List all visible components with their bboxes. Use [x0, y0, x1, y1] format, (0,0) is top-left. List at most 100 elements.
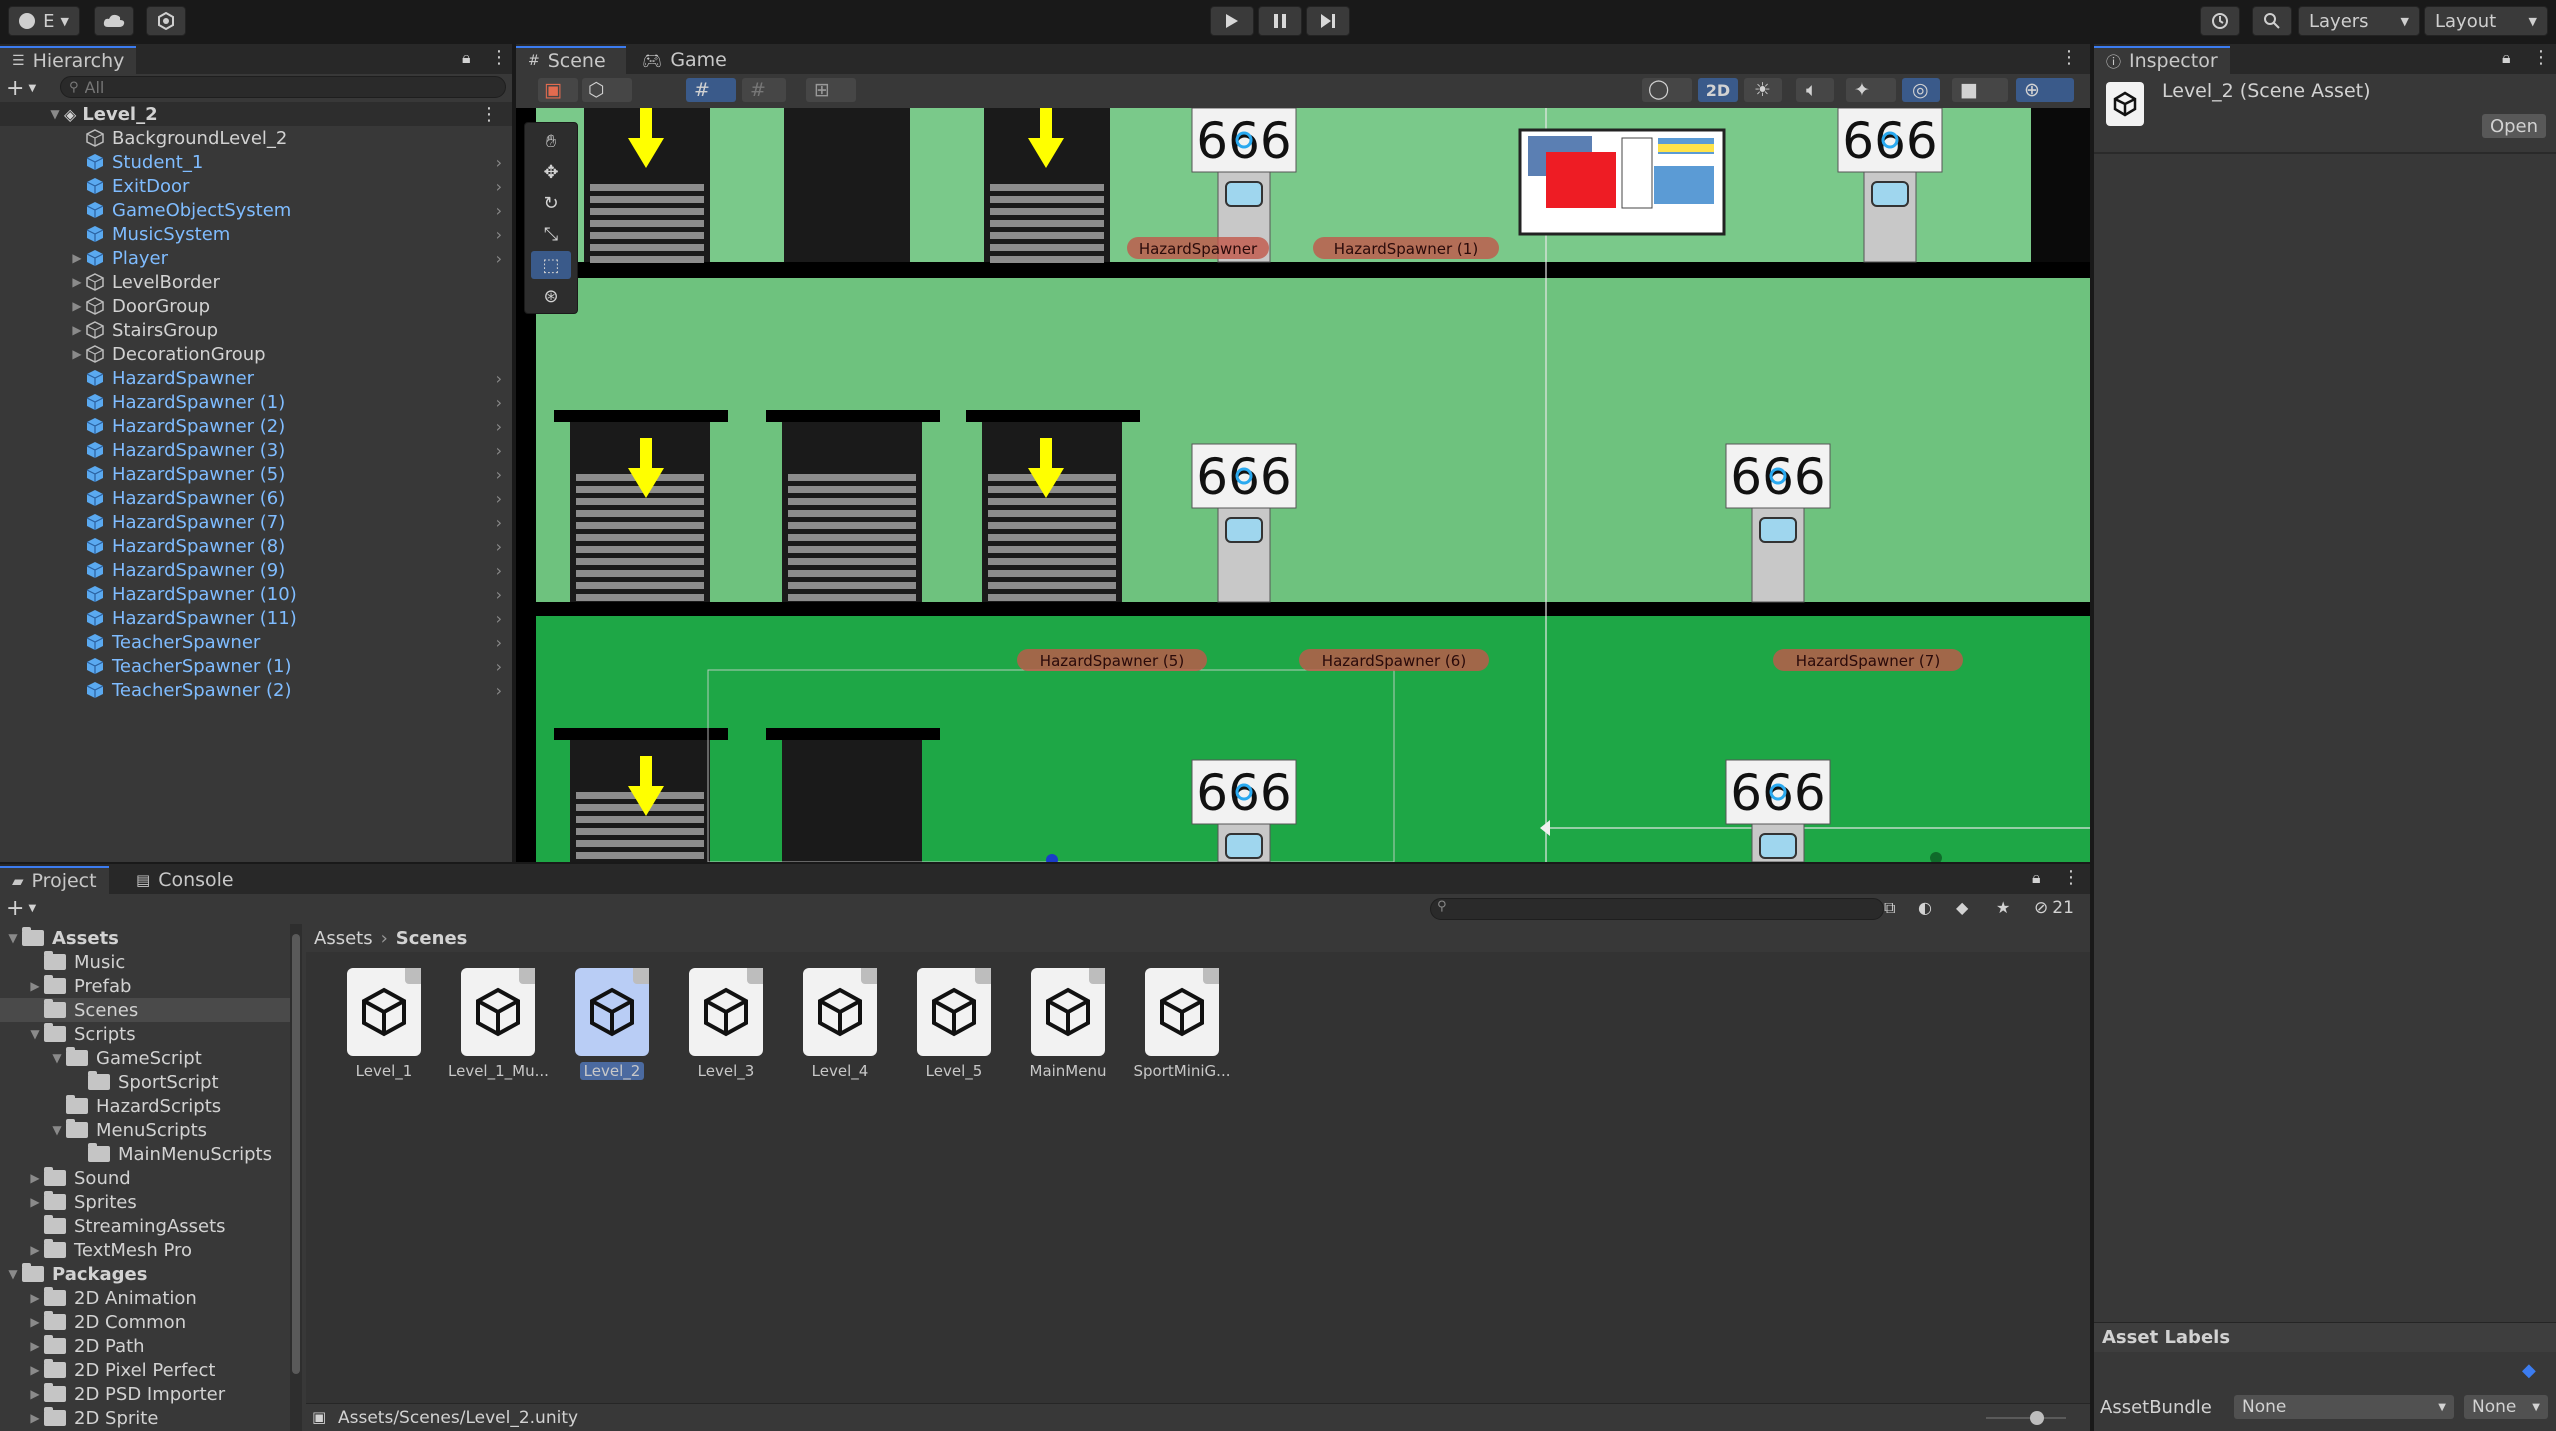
history-button[interactable] — [2200, 6, 2240, 36]
folder-tree-item[interactable]: ▶ 2D Common — [0, 1310, 290, 1334]
hierarchy-item[interactable]: HazardSpawner (7) › — [0, 510, 512, 534]
slider-thumb[interactable] — [2030, 1411, 2044, 1425]
expand-arrow-icon[interactable]: ▼ — [4, 931, 22, 945]
hierarchy-item[interactable]: BackgroundLevel_2 — [0, 126, 512, 150]
scene-asset-tile[interactable]: Level_5 — [904, 968, 1004, 1088]
expand-arrow-icon[interactable]: ▶ — [68, 275, 86, 289]
expand-arrow-icon[interactable]: ▶ — [26, 1411, 44, 1425]
chevron-right-icon[interactable]: › — [496, 393, 502, 412]
shading-button[interactable]: ⬡ — [582, 78, 632, 102]
scene-asset-tile[interactable]: Level_4 — [790, 968, 890, 1088]
move-tool[interactable]: ✥ — [531, 158, 571, 186]
expand-arrow-icon[interactable]: ▶ — [68, 251, 86, 265]
chevron-right-icon[interactable]: › — [496, 153, 502, 172]
folder-tree-item[interactable]: ▶ 2D Path — [0, 1334, 290, 1358]
scene-asset-tile[interactable]: Level_1 — [334, 968, 434, 1088]
lighting-button[interactable]: ◯ — [1642, 78, 1692, 102]
chevron-right-icon[interactable]: › — [496, 201, 502, 220]
folder-tree-item[interactable]: Scenes — [0, 998, 290, 1022]
hierarchy-item[interactable]: HazardSpawner (9) › — [0, 558, 512, 582]
search-button[interactable] — [2252, 6, 2292, 36]
expand-arrow-icon[interactable]: ▶ — [26, 1195, 44, 1209]
hierarchy-item[interactable]: ▶ DecorationGroup — [0, 342, 512, 366]
assetbundle-dropdown[interactable]: None ▼ — [2234, 1395, 2454, 1419]
expand-arrow-icon[interactable]: ▶ — [26, 1363, 44, 1377]
expand-arrow-icon[interactable]: ▼ — [48, 1051, 66, 1065]
play-button[interactable] — [1210, 6, 1254, 36]
kebab-menu-icon[interactable]: ⋮ — [490, 47, 508, 68]
folder-tree-item[interactable]: ▶ Prefab — [0, 974, 290, 998]
rotate-tool[interactable]: ↻ — [531, 189, 571, 217]
folder-tree-item[interactable]: ▶ 2D PSD Importer — [0, 1382, 290, 1406]
hierarchy-item[interactable]: ▶ DoorGroup — [0, 294, 512, 318]
icon-size-slider[interactable] — [1986, 1411, 2066, 1425]
kebab-menu-icon[interactable]: ⋮ — [2062, 867, 2080, 888]
transform-tool[interactable]: ⊛ — [531, 282, 571, 310]
increment-snap-button[interactable]: ⊞ — [806, 78, 856, 102]
cloud-button[interactable] — [94, 6, 134, 36]
rect-tool[interactable]: ⬚ — [531, 251, 571, 279]
label-filter-icon[interactable]: ◆ — [1956, 898, 1968, 917]
hierarchy-item[interactable]: HazardSpawner (11) › — [0, 606, 512, 630]
expand-arrow-icon[interactable]: ▶ — [26, 1291, 44, 1305]
2d-toggle-button[interactable]: 2D — [1698, 78, 1738, 102]
expand-arrow-icon[interactable]: ▶ — [68, 299, 86, 313]
hierarchy-item[interactable]: HazardSpawner (3) › — [0, 438, 512, 462]
breadcrumb-scenes[interactable]: Scenes — [396, 928, 468, 949]
hierarchy-item[interactable]: GameObjectSystem › — [0, 198, 512, 222]
tab-inspector[interactable]: ⓘ Inspector — [2094, 46, 2230, 74]
chevron-right-icon[interactable]: › — [496, 657, 502, 676]
hierarchy-item[interactable]: HazardSpawner (10) › — [0, 582, 512, 606]
tab-scene[interactable]: # Scene — [516, 46, 626, 74]
scale-tool[interactable]: ⤡ — [531, 220, 571, 248]
expand-arrow-icon[interactable]: ▶ — [68, 323, 86, 337]
search-filter-icon[interactable]: ⧉ — [1884, 898, 1895, 918]
folder-tree-item[interactable]: ▼ Scripts — [0, 1022, 290, 1046]
folder-tree-item[interactable]: MainMenuScripts — [0, 1142, 290, 1166]
hierarchy-item[interactable]: ▶ StairsGroup — [0, 318, 512, 342]
tab-project[interactable]: ▰ Project — [0, 866, 109, 894]
layout-dropdown[interactable]: Layout ▼ — [2424, 6, 2548, 36]
folder-tree-item[interactable]: ▶ 2D Pixel Perfect — [0, 1358, 290, 1382]
folder-tree-item[interactable]: ▶ Sprites — [0, 1190, 290, 1214]
scene-asset-tile[interactable]: Level_3 — [676, 968, 776, 1088]
account-dropdown[interactable]: E ▼ — [8, 6, 80, 36]
camera-button[interactable]: ■ — [1952, 78, 2008, 102]
expand-arrow-icon[interactable]: ▶ — [26, 1243, 44, 1257]
scene-asset-tile[interactable]: SportMiniG... — [1132, 968, 1232, 1088]
chevron-right-icon[interactable]: › — [496, 681, 502, 700]
breadcrumb-assets[interactable]: Assets — [314, 928, 373, 949]
grid-snap-button[interactable]: # — [686, 78, 736, 102]
chevron-right-icon[interactable]: › — [496, 465, 502, 484]
hierarchy-item[interactable]: Student_1 › — [0, 150, 512, 174]
scene-canvas[interactable]: 666 666 666 666 666 666 HazardSpawner HazardSp… — [516, 108, 2090, 862]
hierarchy-item[interactable]: HazardSpawner (1) › — [0, 390, 512, 414]
scrollbar-thumb[interactable] — [292, 934, 300, 1374]
folder-tree-item[interactable]: ▼ Packages — [0, 1262, 290, 1286]
gizmos-button[interactable]: ⊕ — [2016, 78, 2074, 102]
pause-button[interactable] — [1258, 6, 1302, 36]
folder-tree-item[interactable]: ▶ TextMesh Pro — [0, 1238, 290, 1262]
create-button[interactable]: + ▼ — [6, 76, 40, 101]
tab-hierarchy[interactable]: ☰ Hierarchy — [0, 46, 137, 74]
hierarchy-item[interactable]: ▶ LevelBorder — [0, 270, 512, 294]
lock-icon[interactable]: 🔒︎ — [462, 48, 471, 68]
folder-tree-item[interactable]: ▼ MenuScripts — [0, 1118, 290, 1142]
effects-toggle[interactable]: ✦ — [1846, 78, 1896, 102]
draw-mode-button[interactable]: ▣ — [538, 78, 578, 102]
chevron-right-icon[interactable]: › — [496, 513, 502, 532]
scene-asset-tile[interactable]: Level_2 — [562, 968, 662, 1088]
folder-tree-item[interactable]: ▶ Sound — [0, 1166, 290, 1190]
kebab-menu-icon[interactable]: ⋮ — [2060, 47, 2078, 68]
expand-arrow-icon[interactable]: ▼ — [48, 1123, 66, 1137]
hierarchy-item[interactable]: TeacherSpawner (2) › — [0, 678, 512, 702]
tree-scrollbar[interactable] — [290, 924, 302, 1431]
folder-tree-item[interactable]: StreamingAssets — [0, 1214, 290, 1238]
hidden-packages-toggle[interactable]: ⊘ 21 — [2034, 898, 2074, 918]
expand-arrow-icon[interactable]: ▶ — [26, 1339, 44, 1353]
project-create-button[interactable]: + ▼ — [6, 896, 40, 921]
expand-arrow-icon[interactable]: ▶ — [26, 1171, 44, 1185]
expand-arrow-icon[interactable]: ▶ — [26, 1315, 44, 1329]
folder-tree-item[interactable]: ▼ GameScript — [0, 1046, 290, 1070]
hierarchy-search-input[interactable] — [84, 77, 465, 97]
